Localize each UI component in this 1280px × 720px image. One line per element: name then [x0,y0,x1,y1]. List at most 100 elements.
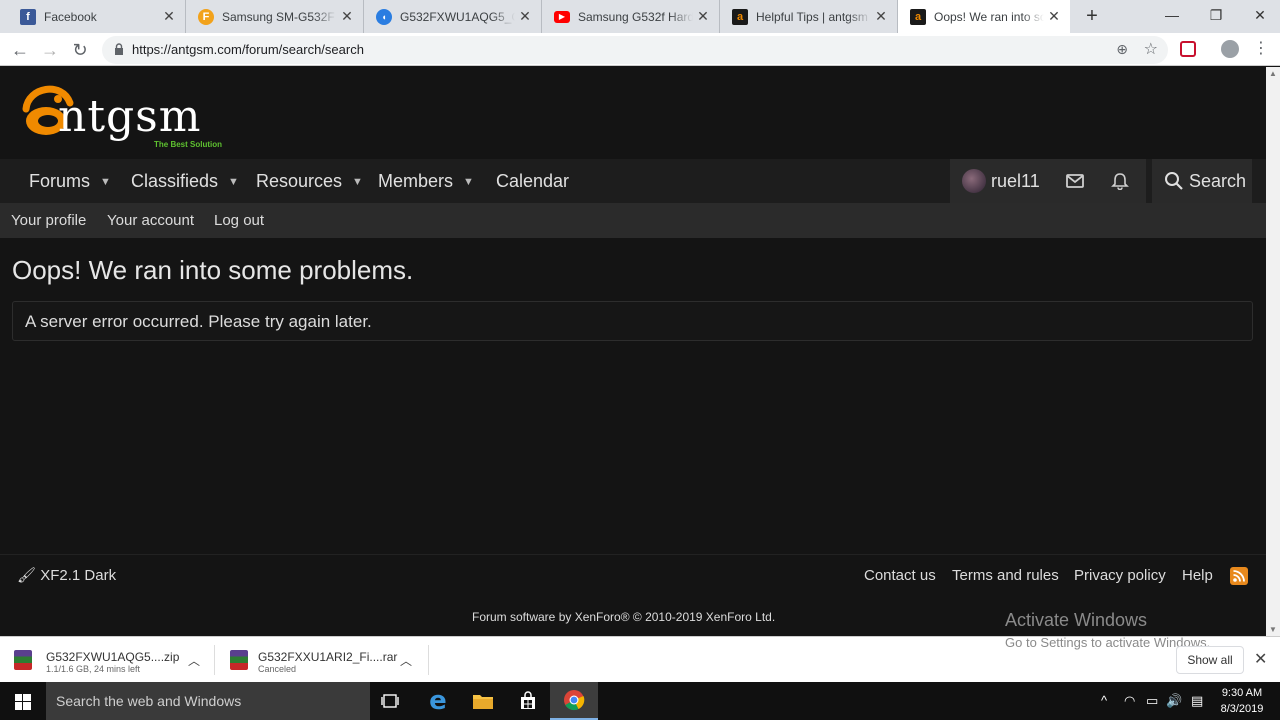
close-tab-icon[interactable]: ✕ [159,8,179,25]
footer-help[interactable]: Help [1182,565,1213,587]
download-item[interactable]: G532FXWU1AQG5....zip 1.1/1.6 GB, 24 mins… [0,637,214,683]
forward-button[interactable]: → [37,37,63,63]
tab-firmware[interactable]: ◖ G532FXWU1AQG5_G532 ✕ [364,0,542,33]
error-message-box: A server error occurred. Please try agai… [12,301,1253,341]
chevron-down-icon[interactable]: ▼ [100,160,111,204]
clock-date: 8/3/2019 [1220,703,1264,715]
nav-forums[interactable]: Forums ▼ [29,159,111,203]
notifications-icon[interactable]: ▤ [1191,682,1203,720]
restore-button[interactable]: ❐ [1194,0,1238,30]
style-name: XF2.1 Dark [40,567,117,584]
close-tab-icon[interactable]: ✕ [515,8,535,25]
url-text: https://antgsm.com/forum/search/search [132,42,364,57]
address-bar[interactable]: https://antgsm.com/forum/search/search ⊕… [102,36,1168,64]
divider [214,645,215,675]
nav-calendar[interactable]: Calendar [496,159,569,203]
user-menu: ruel11 [950,159,1146,203]
scroll-up-icon[interactable]: ▲ [1269,69,1277,78]
file-explorer-icon[interactable] [459,682,507,720]
tab-youtube[interactable]: ▶ Samsung G532f Hard Reset ✕ [542,0,720,33]
close-tab-icon[interactable]: ✕ [693,8,713,25]
close-tab-icon[interactable]: ✕ [337,8,357,25]
tab-helpful-tips[interactable]: a Helpful Tips | antgsm ✕ [720,0,898,33]
antgsm-icon: a [732,8,748,25]
start-button[interactable] [0,682,46,720]
task-view-icon[interactable] [366,682,414,720]
main-nav: Forums ▼ Classifieds ▼ Resources ▼ Members ▼… [0,159,1266,203]
download-shelf: G532FXWU1AQG5....zip 1.1/1.6 GB, 24 mins… [0,635,1280,683]
volume-icon[interactable]: 🔊 [1166,682,1182,720]
nav-members[interactable]: Members ▼ [378,159,474,203]
chevron-down-icon[interactable]: ▼ [228,160,239,204]
close-shelf-icon[interactable]: ✕ [1254,649,1267,669]
new-tab-button[interactable]: + [1080,4,1104,28]
subnav-your-profile[interactable]: Your profile [11,203,86,238]
profile-avatar-icon[interactable] [1221,40,1239,58]
bookmark-star-icon[interactable]: ☆ [1144,39,1158,59]
tab-title: Helpful Tips | antgsm [756,9,868,24]
rss-icon[interactable] [1230,567,1248,585]
footer-contact-us[interactable]: Contact us [864,565,936,587]
close-window-button[interactable]: ✕ [1238,0,1280,30]
wifi-icon[interactable]: ◠ [1124,682,1135,720]
footer-privacy[interactable]: Privacy policy [1074,565,1166,587]
winrar-icon [230,650,248,670]
tab-title: Oops! We ran into some problems [934,9,1044,24]
account-subnav: Your profile Your account Log out [0,203,1266,238]
chevron-down-icon[interactable]: ▼ [463,160,474,204]
close-tab-icon[interactable]: ✕ [1044,8,1064,25]
nav-resources[interactable]: Resources ▼ [256,159,363,203]
chevron-up-icon[interactable]: ︿ [400,652,412,669]
username-link[interactable]: ruel11 [991,159,1040,203]
tab-samsung-stock[interactable]: F Samsung SM-G532F Stock ✕ [186,0,364,33]
minimize-button[interactable]: — [1150,0,1194,30]
extension-icon[interactable] [1180,41,1196,57]
store-icon[interactable] [504,682,552,720]
envelope-icon[interactable] [1065,172,1085,190]
subnav-your-account[interactable]: Your account [107,203,194,238]
page-title: Oops! We ran into some problems. [12,255,414,285]
windows-taskbar: Search the web and Windows e ^ ◠ ▭ 🔊 ▤ 9… [0,682,1280,720]
nav-classifieds[interactable]: Classifieds ▼ [131,159,239,203]
site-header: ntgsm The Best Solution [0,67,1266,159]
activate-windows-title: Activate Windows [1005,610,1148,630]
back-button[interactable]: ← [7,37,33,63]
style-chooser[interactable]: 🖌 XF2.1 Dark [17,565,116,587]
antgsm-icon: a [910,8,926,25]
scroll-down-icon[interactable]: ▼ [1269,625,1277,634]
cloud-icon: ◖ [376,8,392,25]
page-scrollbar[interactable]: ▲ ▼ [1266,67,1280,636]
taskbar-search-input[interactable]: Search the web and Windows [46,682,370,720]
zoom-icon[interactable]: ⊕ [1116,41,1128,58]
footer-terms[interactable]: Terms and rules [952,565,1059,587]
download-item[interactable]: G532FXXU1ARI2_Fi....rar Canceled ︿ [216,637,428,683]
chrome-icon[interactable] [550,682,598,720]
winrar-icon [14,650,32,670]
f-icon: F [198,8,214,25]
search-icon [1165,172,1183,190]
tray-chevron-up-icon[interactable]: ^ [1101,682,1107,720]
browser-menu-icon[interactable]: ⋮ [1253,38,1269,58]
show-all-button[interactable]: Show all [1176,646,1244,674]
subnav-log-out[interactable]: Log out [214,203,264,238]
bell-icon[interactable] [1110,172,1130,190]
taskbar-clock[interactable]: 9:30 AM 8/3/2019 [1212,685,1272,717]
edge-icon[interactable]: e [414,682,462,720]
lock-icon [115,43,123,55]
chevron-down-icon[interactable]: ▼ [352,160,363,204]
tab-oops-active[interactable]: a Oops! We ran into some problems ✕ [898,0,1070,33]
divider [428,645,429,675]
chevron-up-icon[interactable]: ︿ [188,652,200,669]
download-filename: G532FXWU1AQG5....zip [46,650,180,664]
tab-title: G532FXWU1AQG5_G532 [400,9,515,24]
avatar[interactable] [962,169,986,193]
browser-toolbar: ← → ↻ https://antgsm.com/forum/search/se… [0,33,1280,66]
battery-icon[interactable]: ▭ [1146,682,1158,720]
tab-facebook[interactable]: f Facebook ✕ [8,0,186,33]
reload-button[interactable]: ↻ [67,37,93,63]
close-tab-icon[interactable]: ✕ [871,8,891,25]
site-logo[interactable]: ntgsm The Best Solution [18,79,238,151]
tab-title: Facebook [44,9,97,24]
tab-strip: f Facebook ✕ F Samsung SM-G532F Stock ✕ … [0,0,1280,33]
search-button[interactable]: Search [1152,159,1252,203]
